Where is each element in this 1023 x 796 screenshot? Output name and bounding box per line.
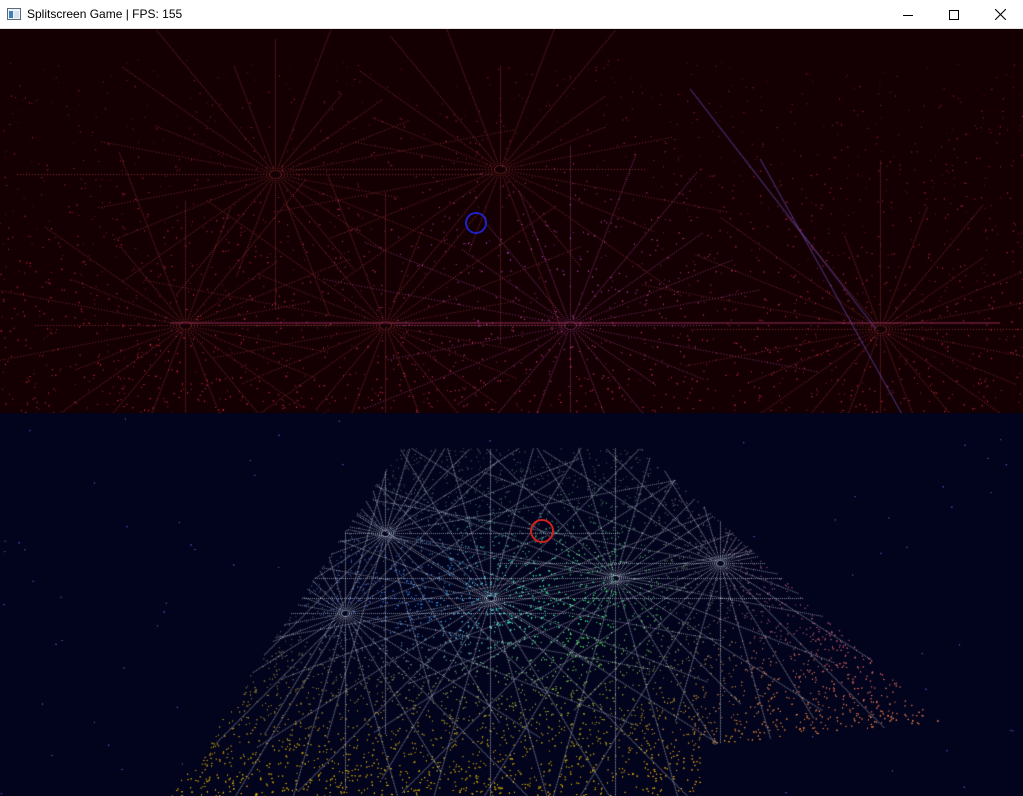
player-marker-blue (465, 212, 487, 234)
close-icon (994, 9, 1006, 20)
maximize-icon (949, 9, 959, 20)
particle-field-top (0, 29, 1023, 413)
player-marker-red (530, 519, 554, 543)
particle-field-bottom (0, 413, 1023, 796)
window-controls (885, 0, 1023, 29)
title-bar[interactable]: Splitscreen Game | FPS: 155 (0, 0, 1023, 29)
window-title: Splitscreen Game | FPS: 155 (27, 7, 183, 21)
app-window-icon (7, 8, 21, 20)
player-one-viewport[interactable] (0, 29, 1023, 413)
maximize-button[interactable] (931, 0, 977, 29)
player-two-viewport[interactable] (0, 413, 1023, 796)
game-window: Splitscreen Game | FPS: 155 (0, 0, 1023, 796)
minimize-button[interactable] (885, 0, 931, 29)
close-button[interactable] (977, 0, 1023, 29)
minimize-icon (903, 14, 913, 16)
